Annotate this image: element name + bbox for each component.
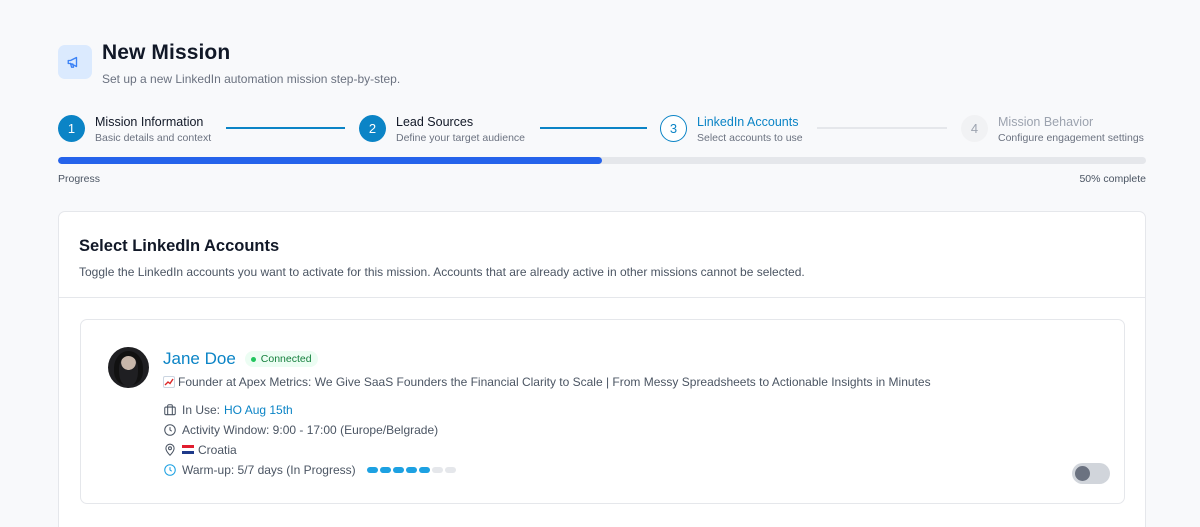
progress-percent: 50% complete: [1079, 173, 1146, 185]
warmup-segment: [392, 466, 404, 473]
megaphone-icon: [58, 45, 92, 79]
step-title: Lead Sources: [396, 115, 474, 129]
step-number: 2: [359, 115, 386, 142]
progress-bar: [58, 157, 1146, 164]
step-description: Select accounts to use: [697, 132, 803, 144]
briefcase-icon: [163, 403, 177, 417]
location-text: Croatia: [198, 442, 237, 457]
page-subtitle: Set up a new LinkedIn automation mission…: [102, 72, 401, 86]
avatar: [108, 347, 149, 388]
status-label: Connected: [260, 353, 312, 365]
step-description: Basic details and context: [95, 132, 212, 144]
warmup-progress: [366, 466, 458, 473]
step-title: Mission Behavior: [998, 115, 1094, 129]
map-pin-icon: [163, 443, 177, 457]
step-mission-behavior[interactable]: 4 Mission Behavior Configure engagement …: [961, 115, 1144, 144]
warmup-segment: [366, 466, 378, 473]
step-description: Define your target audience: [396, 132, 525, 144]
step-number: 4: [961, 115, 988, 142]
in-use-row: In Use: HO Aug 15th: [163, 402, 931, 417]
card-header: Select LinkedIn Accounts Toggle the Link…: [59, 212, 1145, 298]
location-row: Croatia: [163, 442, 931, 457]
step-number: 3: [660, 115, 687, 142]
card-title: Select LinkedIn Accounts: [79, 237, 280, 255]
clock-icon: [163, 423, 177, 437]
card-subtitle: Toggle the LinkedIn accounts you want to…: [79, 265, 805, 279]
step-linkedin-accounts[interactable]: 3 LinkedIn Accounts Select accounts to u…: [660, 115, 803, 144]
in-use-label: In Use:: [182, 402, 221, 417]
account-item: Jane Doe Connected Founder at Apex Metri…: [80, 319, 1125, 504]
accounts-card: Select LinkedIn Accounts Toggle the Link…: [58, 211, 1146, 527]
account-toggle[interactable]: [1072, 463, 1110, 484]
step-mission-information[interactable]: 1 Mission Information Basic details and …: [58, 115, 211, 144]
step-title: Mission Information: [95, 115, 204, 129]
step-number: 1: [58, 115, 85, 142]
activity-window-row: Activity Window: 9:00 - 17:00 (Europe/Be…: [163, 422, 931, 437]
warmup-segment: [444, 466, 456, 473]
warmup-text: Warm-up: 5/7 days (In Progress): [182, 462, 356, 477]
progress-fill: [58, 157, 602, 164]
step-lead-sources[interactable]: 2 Lead Sources Define your target audien…: [359, 115, 525, 144]
warmup-segment: [431, 466, 443, 473]
step-description: Configure engagement settings: [998, 132, 1144, 144]
step-title: LinkedIn Accounts: [697, 115, 799, 129]
step-connector: [226, 127, 345, 129]
activity-window-text: Activity Window: 9:00 - 17:00 (Europe/Be…: [182, 422, 439, 437]
warmup-segment: [418, 466, 430, 473]
in-use-mission-link[interactable]: HO Aug 15th: [224, 403, 293, 417]
toggle-knob: [1075, 466, 1090, 481]
step-connector: [540, 127, 647, 129]
warmup-segment: [379, 466, 391, 473]
warmup-segment: [405, 466, 417, 473]
status-badge: Connected: [244, 351, 318, 367]
progress-label: Progress: [58, 173, 101, 185]
warmup-row: Warm-up: 5/7 days (In Progress): [163, 462, 931, 477]
page-title: New Mission: [102, 41, 231, 64]
clock-icon: [163, 463, 177, 477]
page-header: New Mission Set up a new LinkedIn automa…: [58, 42, 400, 86]
headline-text: Founder at Apex Metrics: We Give SaaS Fo…: [178, 375, 931, 389]
chart-increasing-icon: [163, 376, 175, 388]
croatia-flag-icon: [182, 445, 194, 454]
status-dot-icon: [250, 356, 256, 362]
step-connector: [817, 127, 947, 129]
account-headline: Founder at Apex Metrics: We Give SaaS Fo…: [163, 375, 931, 389]
account-name[interactable]: Jane Doe: [163, 349, 236, 369]
